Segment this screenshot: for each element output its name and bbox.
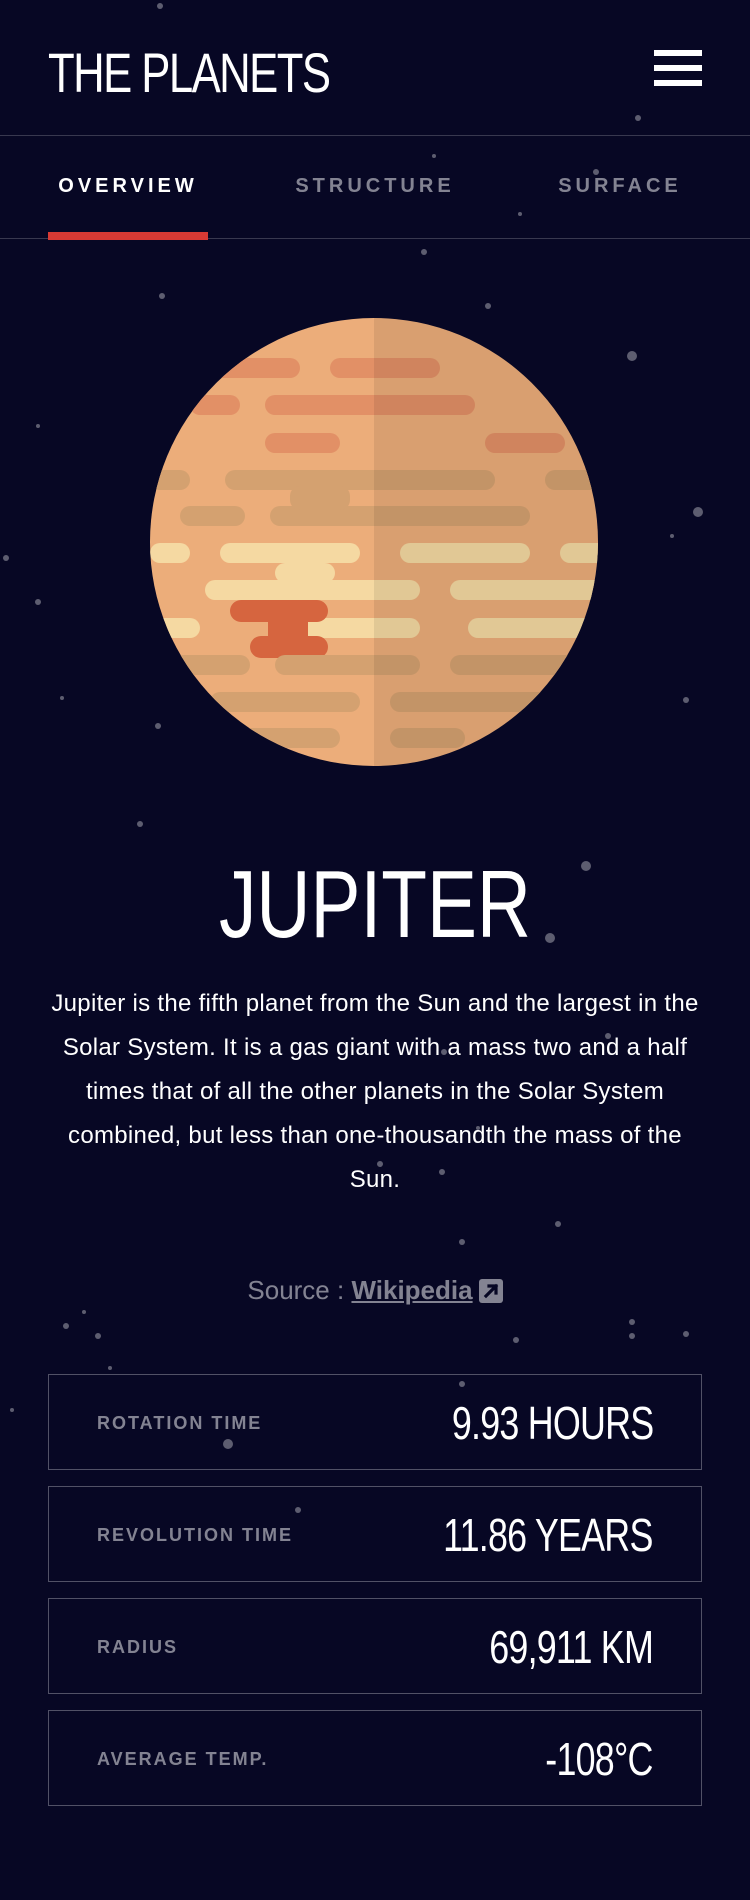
stat-revolution-time: REVOLUTION TIME 11.86 YEARS	[48, 1486, 702, 1582]
stat-label: ROTATION TIME	[97, 1413, 263, 1433]
hamburger-menu-icon[interactable]	[654, 50, 702, 86]
stat-average-temp: AVERAGE TEMP. -108°C	[48, 1710, 702, 1806]
stat-value: 11.86 YEARS	[443, 1509, 653, 1561]
site-header: THE PLANETS	[0, 0, 750, 136]
jupiter-planet-illustration	[150, 318, 598, 766]
stat-radius: RADIUS 69,911 KM	[48, 1598, 702, 1694]
source-prefix: Source :	[247, 1275, 352, 1305]
source-attribution: Source : Wikipedia	[0, 1270, 750, 1314]
stat-label: AVERAGE TEMP.	[97, 1749, 269, 1769]
stat-label: RADIUS	[97, 1637, 179, 1657]
planet-title: JUPITER	[218, 851, 532, 958]
stat-label: REVOLUTION TIME	[97, 1525, 293, 1545]
site-logo[interactable]: THE PLANETS	[48, 40, 331, 106]
planet-tabs: OVERVIEW STRUCTURE SURFACE	[0, 136, 750, 240]
tab-overview[interactable]: OVERVIEW	[48, 136, 208, 240]
external-link-icon[interactable]	[478, 1274, 503, 1314]
planet-description: Jupiter is the fifth planet from the Sun…	[51, 990, 699, 1193]
tab-surface[interactable]: SURFACE	[540, 136, 700, 239]
stat-rotation-time: ROTATION TIME 9.93 HOURS	[48, 1374, 702, 1470]
tab-structure[interactable]: STRUCTURE	[295, 136, 455, 239]
stat-value: 69,911 KM	[489, 1621, 654, 1673]
stat-value: -108°C	[545, 1733, 654, 1785]
wikipedia-link[interactable]: Wikipedia	[351, 1275, 472, 1305]
stat-value: 9.93 HOURS	[451, 1397, 653, 1449]
